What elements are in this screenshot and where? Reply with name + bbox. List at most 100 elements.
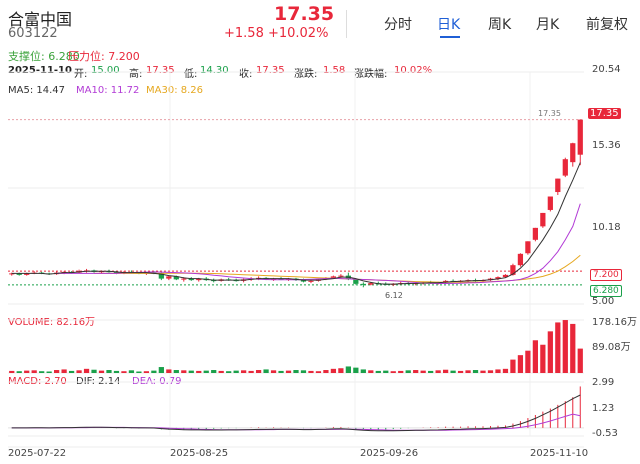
tab-week-k[interactable]: 周K: [488, 14, 511, 34]
candle-body: [263, 277, 269, 280]
header-divider: [346, 10, 347, 38]
volume-bar: [487, 370, 494, 373]
macd-axis-bottom: -0.53: [592, 428, 618, 439]
candle-body: [353, 279, 359, 284]
volume-bar: [278, 370, 284, 373]
candle-body: [308, 280, 314, 282]
volume-bar: [472, 370, 479, 373]
volume-bar: [173, 370, 179, 373]
volume-legend: VOLUME: 82.16万: [8, 317, 96, 328]
candle-body: [390, 283, 396, 285]
candle-body: [547, 196, 553, 210]
candle-body: [532, 227, 538, 240]
tab-month-k[interactable]: 月K: [536, 14, 559, 34]
volume-bar: [106, 370, 112, 373]
dea-legend: DEA: 0.79: [132, 376, 182, 387]
volume-bar: [525, 350, 531, 373]
candle-body: [368, 283, 374, 285]
volume-bar: [413, 370, 419, 373]
date-label-1: 2025-07-22: [8, 448, 67, 459]
volume-bar: [457, 370, 464, 373]
volume-bar: [128, 370, 135, 373]
candle-body: [39, 272, 45, 274]
volume-bar: [255, 370, 262, 373]
volume-bar: [465, 370, 471, 373]
last-price-tag: 17.35: [588, 108, 621, 119]
volume-bar: [420, 370, 426, 373]
candle-body: [457, 280, 464, 282]
candle-body: [413, 283, 419, 285]
tab-day-k[interactable]: 日K: [437, 14, 460, 34]
candle-body: [465, 280, 471, 282]
volume-bar: [46, 371, 52, 373]
candle-body: [211, 280, 217, 282]
volume-bar: [233, 370, 239, 373]
tab-intraday[interactable]: 分时: [384, 14, 412, 34]
candle-body: [480, 280, 486, 282]
ohlc-low: 14.30: [200, 65, 229, 76]
ohlc-open: 15.00: [91, 65, 120, 76]
candle-body: [375, 283, 381, 285]
price-axis-3: 10.18: [592, 222, 621, 233]
candle-body: [315, 279, 322, 281]
ohlc-chg-label: 涨跌:: [294, 69, 318, 80]
candle-body: [54, 272, 60, 275]
price-axis-bottom: 5.00: [592, 296, 615, 307]
volume-bar: [24, 370, 30, 373]
candle-body: [241, 279, 247, 281]
ohlc-pct-label: 涨跌幅:: [354, 69, 388, 80]
stock-code: 603122: [8, 26, 58, 41]
volume-bar: [577, 348, 583, 373]
candle-body: [181, 278, 187, 280]
volume-bar: [532, 340, 538, 373]
candle-body: [398, 283, 404, 285]
volume-bar: [315, 371, 322, 373]
candle-body: [495, 277, 501, 279]
candle-body: [435, 282, 441, 284]
candle-body: [166, 276, 172, 279]
volume-bar: [68, 370, 75, 373]
volume-bar: [390, 371, 396, 373]
ma10-line: [56, 203, 581, 284]
candle-body: [577, 119, 583, 155]
volume-bar: [39, 371, 45, 373]
candle-body: [502, 274, 509, 278]
pressure-tag: 7.200: [590, 269, 622, 281]
candle-body: [158, 273, 164, 279]
candle-body: [442, 280, 449, 283]
support-tag: 6.280: [590, 285, 622, 297]
candle-body: [285, 278, 292, 280]
candle-body: [31, 272, 37, 274]
volume-bar: [450, 370, 456, 373]
candle-body: [472, 280, 479, 282]
candle-body: [83, 270, 90, 272]
ohlc-pct: 10.02%: [394, 65, 433, 76]
volume-axis-mid: 89.08万: [592, 342, 631, 353]
volume-bar: [136, 371, 142, 373]
dif-legend: DIF: 2.14: [76, 376, 121, 387]
volume-bar: [368, 370, 374, 373]
last-price-label: 17.35: [538, 109, 561, 118]
volume-bar: [248, 370, 254, 373]
price-axis-2: 15.36: [592, 140, 621, 151]
volume-bar: [121, 371, 127, 373]
tab-adjust-forward[interactable]: 前复权: [586, 14, 628, 34]
volume-bar: [517, 355, 524, 373]
volume-bar: [308, 370, 314, 373]
volume-bar: [285, 370, 292, 373]
volume-bar: [480, 370, 486, 373]
volume-bar: [345, 366, 351, 373]
volume-bar: [330, 368, 337, 373]
candle-body: [188, 278, 194, 281]
price-change: +1.58 +10.02%: [224, 26, 329, 41]
volume-bar: [181, 370, 187, 373]
candle-body: [525, 241, 531, 254]
price-axis-top: 20.54: [592, 64, 621, 75]
volume-bar: [143, 371, 150, 373]
candle-body: [323, 277, 329, 280]
volume-bar: [360, 369, 366, 373]
ohlc-close-label: 收:: [239, 69, 253, 80]
candle-body: [255, 277, 262, 279]
candle-body: [9, 273, 15, 275]
candle-body: [428, 282, 434, 284]
